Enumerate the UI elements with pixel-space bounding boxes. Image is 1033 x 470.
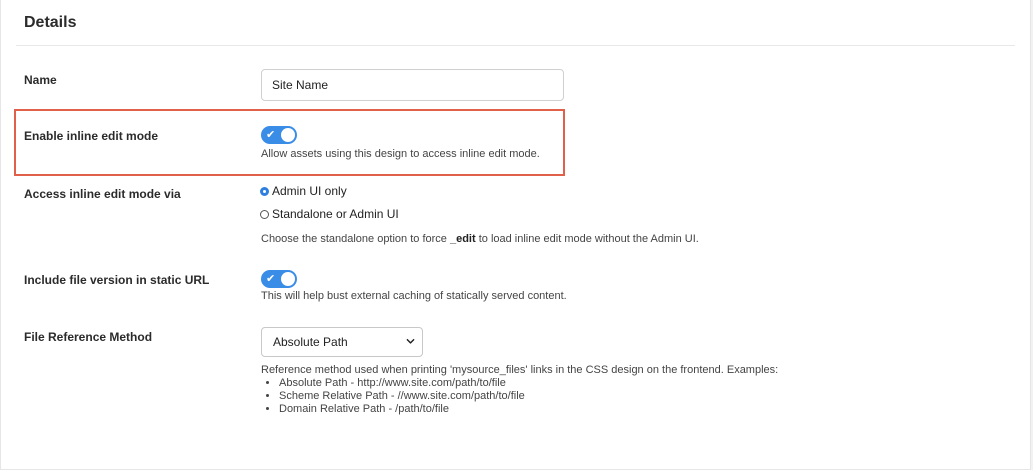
list-item: Scheme Relative Path - //www.site.com/pa… [279,390,525,403]
help-text: Choose the standalone option to force [261,233,450,245]
radio-checked-icon[interactable] [260,186,269,196]
toggle-knob [281,128,295,142]
inline-edit-help: Allow assets using this design to access… [261,148,540,160]
radio-standalone-or-admin-ui[interactable]: Standalone or Admin UI [260,207,399,221]
title-divider [16,45,1015,46]
examples-list: Absolute Path - http://www.site.com/path… [261,377,525,416]
select-value: Absolute Path [273,335,348,349]
radio-unchecked-icon[interactable] [260,209,269,219]
toggle-knob [281,272,295,286]
file-version-label: Include file version in static URL [24,273,210,287]
file-version-toggle[interactable]: ✔ [261,270,297,288]
check-icon: ✔ [266,129,276,141]
radio-admin-ui-only[interactable]: Admin UI only [260,184,347,198]
inline-edit-toggle[interactable]: ✔ [261,126,297,144]
reference-method-label: File Reference Method [24,330,153,344]
radio-label: Standalone or Admin UI [272,207,399,221]
help-text: to load inline edit mode without the Adm… [475,233,699,245]
chevron-down-icon [406,338,415,344]
list-item: Domain Relative Path - /path/to/file [279,403,525,416]
file-version-help: This will help bust external caching of … [261,290,567,302]
access-via-help: Choose the standalone option to force _e… [261,233,699,245]
list-item: Absolute Path - http://www.site.com/path… [279,377,525,390]
access-via-label: Access inline edit mode via [24,187,181,201]
help-keyword: _edit [449,233,476,245]
reference-method-help: Reference method used when printing 'mys… [261,364,779,376]
radio-label: Admin UI only [272,184,347,198]
name-input[interactable] [261,69,564,101]
check-icon: ✔ [266,273,276,285]
name-label: Name [24,73,57,87]
details-panel: Details Name Enable inline edit mode ✔ A… [0,0,1031,470]
section-title: Details [24,14,77,31]
reference-method-select[interactable]: Absolute Path [261,327,423,357]
inline-edit-label: Enable inline edit mode [24,129,159,143]
